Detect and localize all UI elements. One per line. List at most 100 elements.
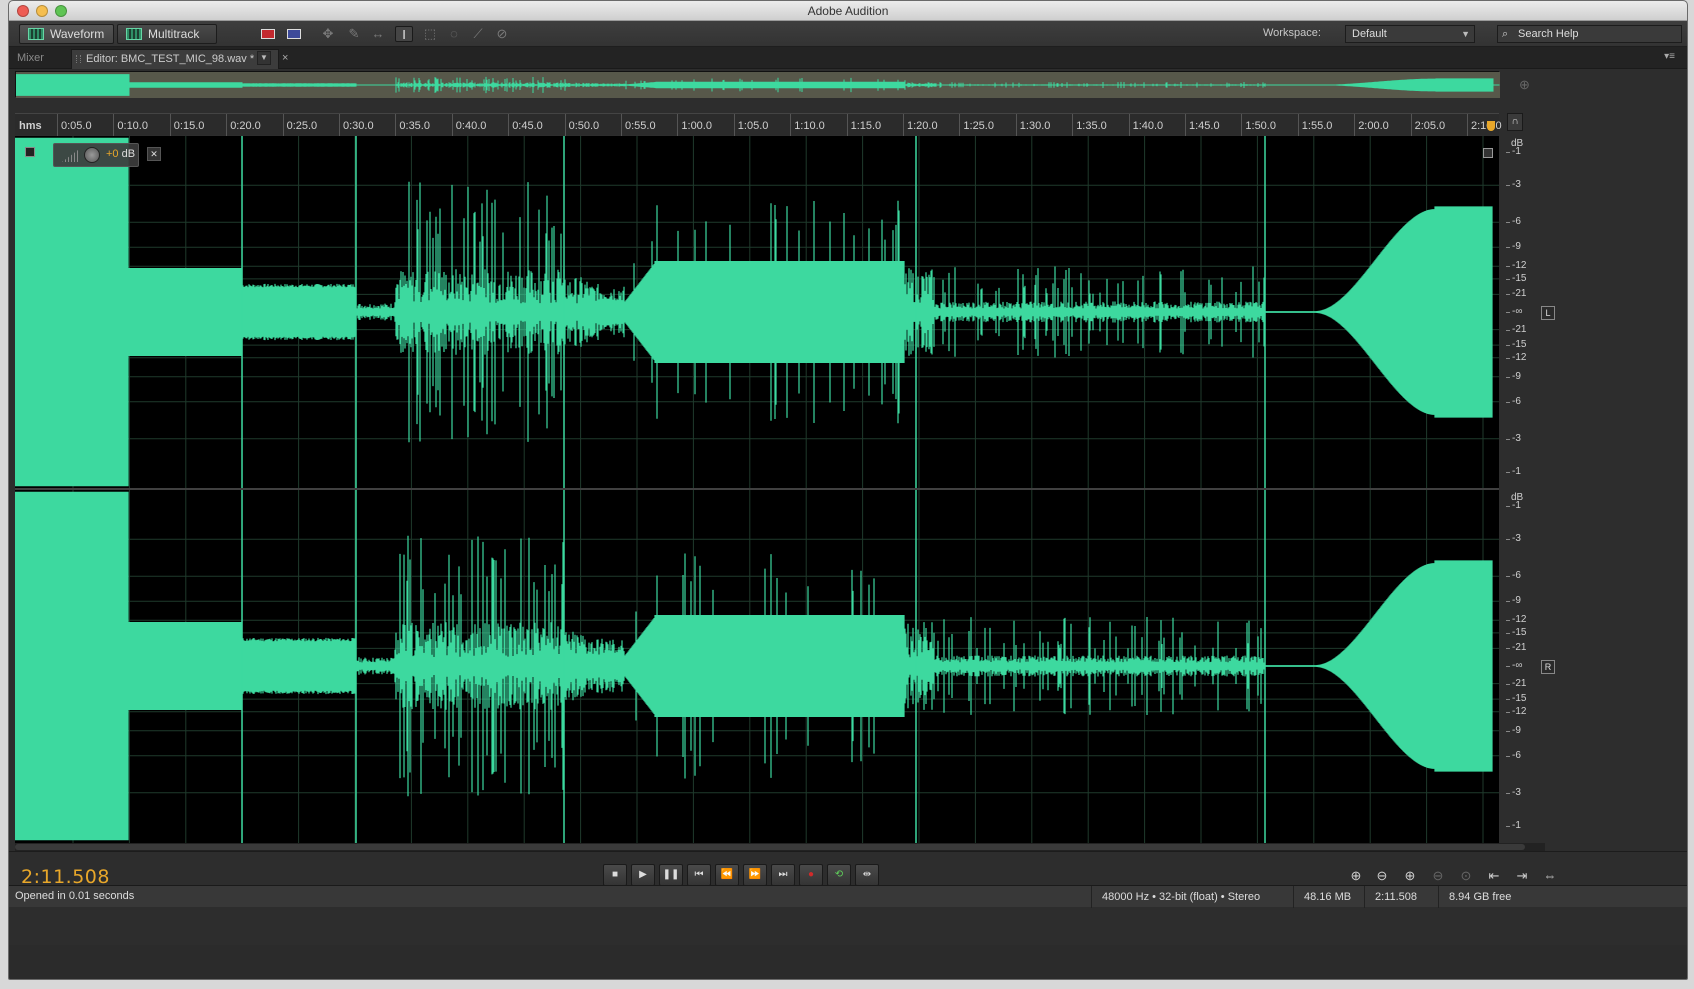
left-channel-button[interactable]: L <box>1541 306 1555 320</box>
pitch-icon <box>287 29 301 39</box>
loop-playback-button[interactable]: ⟲ <box>827 864 851 886</box>
razor-tool-icon[interactable]: ✎ <box>345 26 363 42</box>
horizontal-scrollbar[interactable] <box>15 843 1545 851</box>
waveform-display[interactable]: +0 dB ✕ <box>15 136 1499 843</box>
zoom-window-button[interactable] <box>55 5 67 17</box>
search-icon: ⌕ <box>1502 28 1509 40</box>
ruler-tick-label: 1:20.0 <box>903 114 938 136</box>
rewind-button[interactable]: ⏪ <box>715 864 739 886</box>
panel-menu-icon[interactable]: ▾≡ <box>1664 51 1675 62</box>
db-tick-label: -9 <box>1506 370 1521 382</box>
db-tick-label: -3 <box>1506 179 1521 191</box>
panel-tab-bar: Mixer Editor: BMC_TEST_MIC_98.wav * ▼ × … <box>9 47 1687 69</box>
zoom-out-amplitude-icon[interactable]: ⊖ <box>1371 866 1393 886</box>
minimize-window-button[interactable] <box>36 5 48 17</box>
time-selection-tool-icon[interactable]: I <box>395 26 413 42</box>
ruler-tick-label: 1:30.0 <box>1015 114 1051 136</box>
spot-healing-tool-icon[interactable]: ⊘ <box>493 26 511 42</box>
zoom-in-at-start-icon[interactable]: ⇤ <box>1483 866 1505 886</box>
ruler-tick-label: 0:50.0 <box>564 114 600 136</box>
pause-button[interactable]: ❚❚ <box>659 864 683 886</box>
playhead-marker[interactable] <box>1487 121 1495 131</box>
pin-icon[interactable]: ✕ <box>147 147 161 161</box>
multitrack-mode-button[interactable]: Multitrack <box>117 24 217 44</box>
skip-selection-button[interactable]: ⇹ <box>855 864 879 886</box>
db-tick-label: -6 <box>1506 570 1521 582</box>
channel-divider <box>15 488 1499 490</box>
db-tick-label: -15 <box>1505 626 1527 638</box>
ruler-tick-label: 0:45.0 <box>508 114 543 136</box>
toolbar: Waveform Multitrack ✥ ✎ ↔ I ⬚ ◌ ⟋ ⊘ Work… <box>9 21 1687 47</box>
workspace-label: Workspace: <box>1263 27 1321 39</box>
db-tick-label: -12 <box>1505 351 1527 363</box>
channel-toggle-icon[interactable] <box>25 147 35 157</box>
play-button[interactable]: ▶ <box>631 864 655 886</box>
waveform-trace <box>15 137 1493 487</box>
chevron-down-icon: ▼ <box>1461 29 1470 39</box>
marquee-tool-icon[interactable]: ⬚ <box>421 26 439 42</box>
ruler-tick-label: 0:25.0 <box>282 114 318 136</box>
right-channel-button[interactable]: R <box>1541 660 1555 674</box>
db-tick-label: -12 <box>1505 705 1527 717</box>
app-window: Adobe Audition Waveform Multitrack ✥ ✎ ↔… <box>8 0 1688 980</box>
expand-icon[interactable] <box>1483 148 1493 158</box>
db-tick-label: -6 <box>1506 749 1521 761</box>
hud-volume[interactable]: +0 dB <box>53 143 139 167</box>
zoom-in-time-icon[interactable]: ⊕ <box>1399 866 1421 886</box>
tab-mixer[interactable]: Mixer <box>17 50 44 66</box>
zoom-out-time-icon[interactable]: ⊖ <box>1427 866 1449 886</box>
spectral-frequency-display-button[interactable] <box>259 26 277 42</box>
db-tick-label: -1 <box>1506 145 1521 157</box>
close-window-button[interactable] <box>17 5 29 17</box>
db-tick-label: -15 <box>1505 339 1527 351</box>
move-to-next-button[interactable]: ⏭ <box>771 864 795 886</box>
ruler-tick-label: 0:55.0 <box>621 114 656 136</box>
workspace-select[interactable]: Default ▼ <box>1345 25 1475 43</box>
status-format: 48000 Hz • 32-bit (float) • Stereo <box>1091 886 1293 908</box>
tab-editor[interactable]: Editor: BMC_TEST_MIC_98.wav * <box>71 49 279 69</box>
spectral-pitch-display-button[interactable] <box>285 26 303 42</box>
zoom-to-selection-icon[interactable]: ⇔ <box>1539 866 1561 886</box>
paintbrush-tool-icon[interactable]: ⟋ <box>469 26 487 42</box>
db-tick-label: -3 <box>1506 432 1521 444</box>
snap-icon[interactable]: ∩ <box>1507 113 1523 131</box>
volume-knob[interactable] <box>84 147 100 163</box>
ruler-tick-label: 0:15.0 <box>169 114 205 136</box>
tab-editor-label: Editor: BMC_TEST_MIC_98.wav * <box>86 53 255 65</box>
lasso-tool-icon[interactable]: ◌ <box>445 26 463 42</box>
slip-tool-icon[interactable]: ↔ <box>369 26 387 42</box>
move-tool-icon[interactable]: ✥ <box>319 26 337 42</box>
db-tick-label: -∞ <box>1505 660 1523 671</box>
search-help-field[interactable]: ⌕ Search Help <box>1497 25 1682 43</box>
stop-button[interactable]: ■ <box>603 864 627 886</box>
ruler-tick-label: 0:05.0 <box>57 114 92 136</box>
record-button[interactable]: ● <box>799 864 823 886</box>
overview-navigator[interactable] <box>15 71 1500 98</box>
timeline-ruler[interactable]: hms 0:05.0 0:10.0 0:15.0 0:20.0 0:25.0 0:30.0… <box>15 113 1502 136</box>
fast-forward-button[interactable]: ⏩ <box>743 864 767 886</box>
ruler-tick-label: 0:10.0 <box>113 114 148 136</box>
file-dropdown-button[interactable]: ▼ <box>257 51 271 65</box>
waveform-icon <box>28 28 44 40</box>
zoom-in-amplitude-icon[interactable]: ⊕ <box>1345 866 1367 886</box>
zoom-navigator-icon[interactable]: ⊕ <box>1519 77 1530 93</box>
status-duration: 2:11.508 <box>1364 886 1438 908</box>
move-to-previous-button[interactable]: ⏮ <box>687 864 711 886</box>
ruler-tick-label: 1:25.0 <box>959 114 994 136</box>
hud-volume-value: +0 dB <box>106 148 136 160</box>
scrollbar-thumb[interactable] <box>15 844 1525 850</box>
ruler-tick-label: 1:00.0 <box>677 114 712 136</box>
multitrack-icon <box>126 28 142 40</box>
db-tick-label: -21 <box>1505 323 1527 335</box>
status-bar: Opened in 0.01 seconds 48000 Hz • 32-bit… <box>9 885 1687 908</box>
spectral-icon <box>261 29 275 39</box>
ruler-tick-label: 1:45.0 <box>1185 114 1220 136</box>
db-tick-label: -1 <box>1506 466 1521 478</box>
zoom-out-full-icon[interactable]: ⊙ <box>1455 866 1477 886</box>
zoom-in-at-end-icon[interactable]: ⇥ <box>1511 866 1533 886</box>
waveform-mode-button[interactable]: Waveform <box>19 24 114 44</box>
db-tick-label: -9 <box>1506 241 1521 253</box>
ruler-tick-label: 0:35.0 <box>395 114 430 136</box>
title-bar: Adobe Audition <box>9 1 1687 21</box>
close-tab-icon[interactable]: × <box>282 52 288 64</box>
